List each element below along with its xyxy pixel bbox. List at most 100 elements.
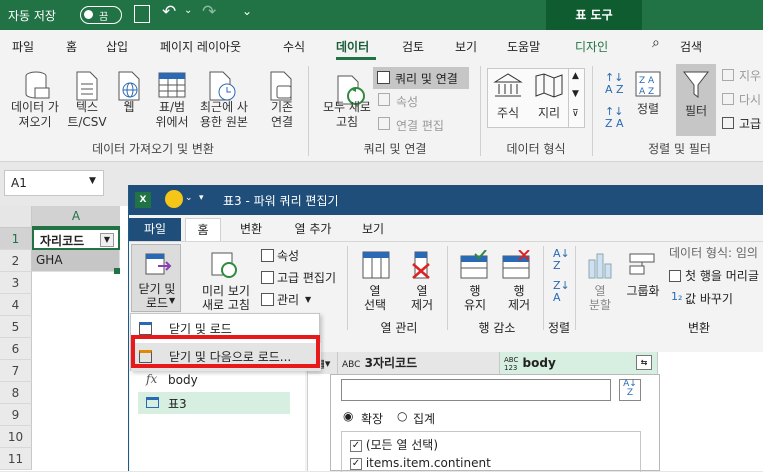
- save-icon[interactable]: [134, 5, 150, 23]
- filter-dropdown-icon[interactable]: ▼: [100, 233, 114, 247]
- checklist-item[interactable]: ✓ items.item.continent: [350, 456, 491, 470]
- choose-columns-button[interactable]: 열 선택: [355, 284, 395, 312]
- sort-descending-icon[interactable]: Z↓ A: [553, 280, 570, 304]
- search-label[interactable]: 검색: [680, 38, 702, 55]
- sort-ascending-icon[interactable]: A↓ Z: [553, 248, 570, 272]
- sort-az-icon[interactable]: A↓ Z: [619, 379, 641, 401]
- pq-tab-transform[interactable]: 변환: [229, 218, 273, 241]
- close-load-button[interactable]: 닫기 및 로드 ▼: [131, 244, 181, 312]
- clear-filter-button[interactable]: 지우: [739, 67, 761, 84]
- chevron-down-icon[interactable]: ⌄: [185, 193, 193, 203]
- get-data-button[interactable]: 데이터 가 져오기: [2, 100, 68, 130]
- tab-home[interactable]: 홈: [66, 38, 77, 55]
- autosave-toggle[interactable]: 끔: [80, 6, 122, 24]
- name-box[interactable]: A1 ▼: [4, 170, 104, 196]
- tab-insert[interactable]: 삽입: [106, 38, 128, 55]
- aggregate-option[interactable]: 집계: [413, 410, 435, 427]
- refresh-all-button[interactable]: 모두 새로 고침: [314, 100, 380, 130]
- qat-customize-icon[interactable]: ⌄: [242, 4, 252, 18]
- queries-connections-button[interactable]: 쿼리 및 연결: [373, 67, 469, 89]
- text-csv-button[interactable]: 텍스 트/CSV: [62, 100, 112, 130]
- gallery-scroll[interactable]: ▲ ▼ ⊽: [568, 69, 584, 127]
- expand-option[interactable]: 확장: [361, 410, 383, 427]
- reapply-button[interactable]: 다시: [739, 91, 761, 108]
- chevron-down-icon[interactable]: ⌄: [184, 5, 192, 16]
- geography-button[interactable]: 지리: [532, 106, 566, 121]
- query-item-body[interactable]: body: [168, 373, 198, 387]
- tab-help[interactable]: 도움말: [507, 38, 540, 55]
- row-header[interactable]: 7: [0, 360, 32, 382]
- tab-page-layout[interactable]: 페이지 레이아웃: [160, 38, 241, 55]
- advanced-filter-button[interactable]: 고급: [739, 115, 761, 132]
- query-item-table3: 표3: [168, 397, 187, 411]
- sort-button[interactable]: 정렬: [630, 102, 666, 117]
- row-header[interactable]: 6: [0, 338, 32, 360]
- select-all-corner[interactable]: [0, 206, 32, 228]
- redo-icon[interactable]: ↷: [202, 2, 216, 22]
- column-header-a[interactable]: A: [32, 206, 120, 228]
- checklist-item[interactable]: ✓ (모든 열 선택): [350, 436, 438, 453]
- column-search-input[interactable]: [341, 379, 611, 401]
- pq-tab-file[interactable]: 파일: [129, 218, 181, 241]
- expand-column-icon[interactable]: ⇆: [636, 355, 652, 370]
- undo-icon[interactable]: ↶: [162, 2, 176, 22]
- replace-values-button[interactable]: 값 바꾸기: [685, 292, 733, 306]
- tab-review[interactable]: 검토: [402, 38, 424, 55]
- query-item-selected[interactable]: 표3: [138, 392, 290, 414]
- preview-refresh-button[interactable]: 미리 보기 새로 고침: [193, 284, 259, 312]
- split-column-button[interactable]: 열 분할: [579, 284, 621, 312]
- row-header[interactable]: 5: [0, 316, 32, 338]
- properties-icon: [261, 249, 274, 262]
- keep-rows-button[interactable]: 행 유지: [451, 284, 499, 312]
- existing-connections-button[interactable]: 기존 연결: [262, 100, 302, 130]
- properties-icon: [378, 93, 390, 106]
- first-row-header-button[interactable]: 첫 행을 머리글: [685, 269, 759, 283]
- manage-button[interactable]: 관리: [277, 293, 299, 307]
- tab-design[interactable]: 디자인: [575, 38, 608, 55]
- row-header[interactable]: 8: [0, 382, 32, 404]
- sort-za-icon[interactable]: ↑↓ Z A: [605, 106, 624, 130]
- stocks-button[interactable]: 주식: [490, 106, 526, 121]
- filter-button[interactable]: 필터: [676, 64, 716, 136]
- stocks-icon: [493, 73, 523, 97]
- advanced-editor-button[interactable]: 고급 편집기: [277, 271, 336, 285]
- remove-columns-button[interactable]: 열 제거: [399, 284, 445, 312]
- properties-button[interactable]: 속성: [396, 93, 418, 110]
- row-header[interactable]: 3: [0, 272, 32, 294]
- row-header[interactable]: 9: [0, 404, 32, 426]
- tab-file[interactable]: 파일: [12, 38, 34, 55]
- pq-tab-add-column[interactable]: 열 추가: [283, 218, 343, 241]
- pq-tab-view[interactable]: 보기: [351, 218, 395, 241]
- row-header[interactable]: 1: [0, 228, 32, 250]
- column-header-3code[interactable]: ABC 3자리코드: [338, 352, 500, 374]
- column-header-body[interactable]: ABC 123 body ⇆: [500, 352, 658, 374]
- sort-az-icon[interactable]: ↑↓ A Z: [605, 72, 624, 96]
- pq-tab-home[interactable]: 홈: [185, 218, 221, 241]
- cell-a2[interactable]: GHA: [32, 250, 120, 272]
- row-header[interactable]: 10: [0, 426, 32, 448]
- cell-a1[interactable]: 자리코드 ▼: [32, 228, 120, 250]
- from-table-button[interactable]: 표/범 위에서: [148, 100, 196, 130]
- row-header[interactable]: 4: [0, 294, 32, 316]
- data-type-button[interactable]: 데이터 형식: 임의: [669, 246, 758, 260]
- radio-aggregate-icon[interactable]: ○: [397, 409, 407, 423]
- row-header[interactable]: 2: [0, 250, 32, 272]
- qat-customize-icon[interactable]: ▾: [199, 193, 204, 203]
- pq-properties-button[interactable]: 속성: [277, 249, 299, 263]
- worksheet[interactable]: A 1 2 3 4 5 6 7 8 9 10 11 자리코드 ▼ GHA: [0, 206, 130, 471]
- clear-filter-icon: [722, 69, 734, 81]
- tab-view[interactable]: 보기: [455, 38, 477, 55]
- smiley-icon[interactable]: [165, 190, 183, 208]
- row-header[interactable]: 11: [0, 448, 32, 470]
- tab-data[interactable]: 데이터: [336, 38, 369, 55]
- radio-expand-icon[interactable]: ◉: [343, 409, 353, 423]
- web-button[interactable]: 웹: [114, 100, 144, 115]
- tab-formulas[interactable]: 수식: [283, 38, 305, 55]
- remove-rows-button[interactable]: 행 제거: [495, 284, 543, 312]
- search-icon[interactable]: ⌕: [652, 35, 660, 51]
- recent-sources-button[interactable]: 최근에 사 용한 원본: [192, 100, 256, 130]
- group-queries: 쿼리 및 연결: [363, 142, 427, 156]
- group-by-button[interactable]: 그룹화: [621, 284, 665, 298]
- fill-handle[interactable]: [114, 268, 120, 274]
- edit-links-button[interactable]: 연결 편집: [396, 117, 444, 134]
